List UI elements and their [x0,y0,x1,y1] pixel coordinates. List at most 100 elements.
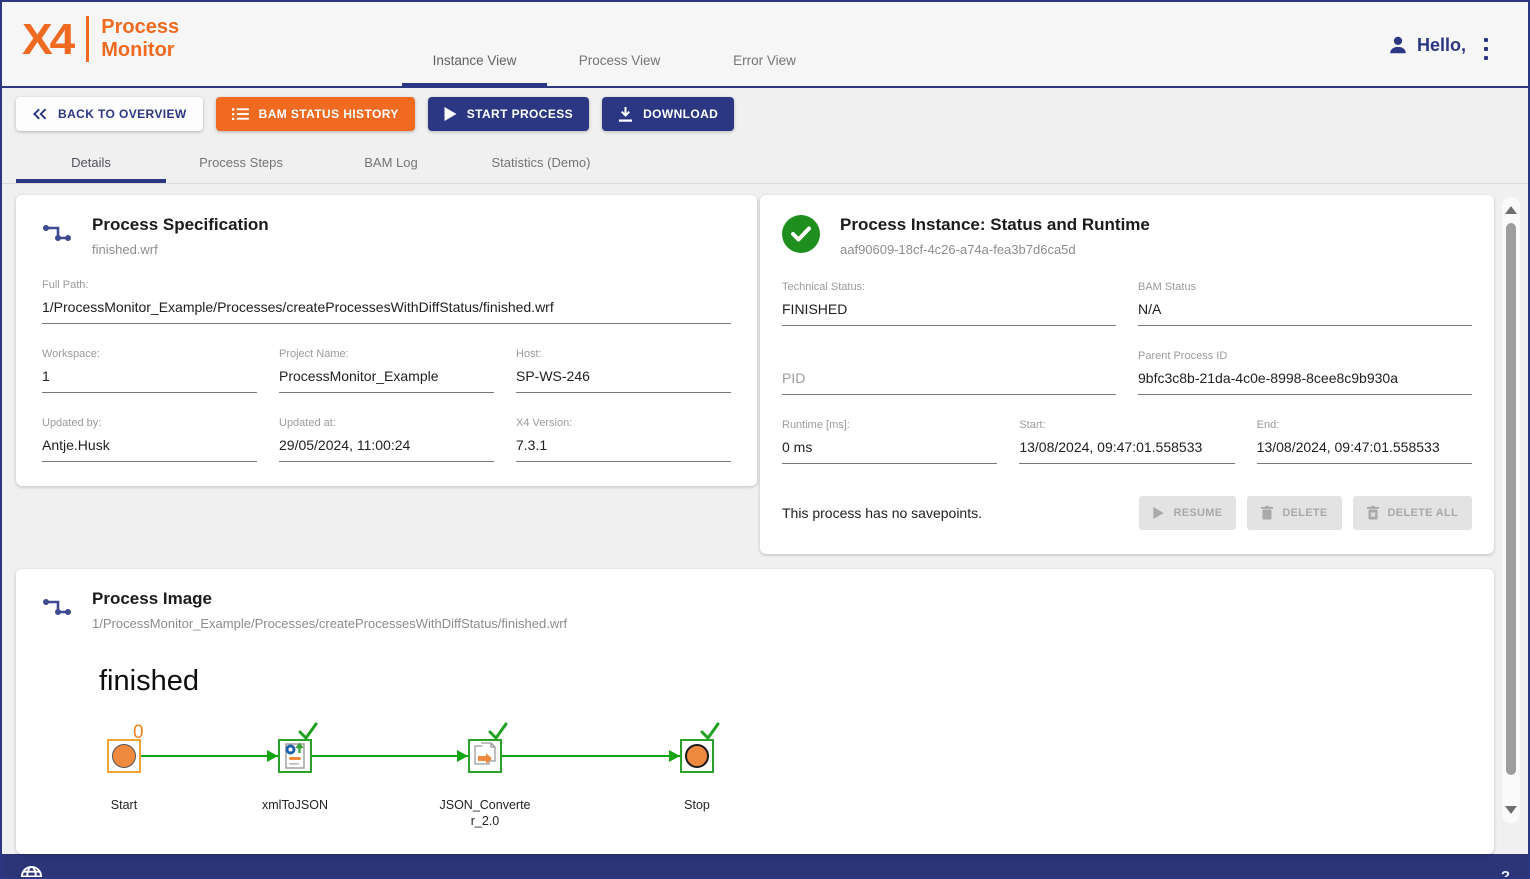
updated-at-value: 29/05/2024, 11:00:24 [279,437,494,454]
start-time-value: 13/08/2024, 09:47:01.558533 [1019,439,1234,456]
workspace-value: 1 [42,368,257,385]
resume-button[interactable]: RESUME [1139,496,1236,530]
tab-instance-view[interactable]: Instance View [402,38,547,88]
back-to-overview-button[interactable]: BACK TO OVERVIEW [16,97,203,131]
help-button[interactable]: ? [1501,868,1510,879]
kebab-menu-icon[interactable] [1478,38,1494,60]
start-time-label: Start: [1019,419,1234,432]
x4-version-label: X4 Version: [516,417,731,430]
node-label-stop: Stop [651,798,743,814]
field-start-time: Start: 13/08/2024, 09:47:01.558533 [1019,419,1234,464]
process-instance-card: Process Instance: Status and Runtime aaf… [760,195,1494,554]
app-header: X4 Process Monitor Instance View Process… [2,2,1528,88]
list-icon [232,107,249,121]
scrollbar-thumb[interactable] [1506,223,1516,775]
field-runtime: Runtime [ms]: 0 ms [782,419,997,464]
play-icon [444,107,457,121]
x4-logo: X4 [22,17,72,61]
field-host: Host: SP-WS-246 [516,348,731,393]
delete-button[interactable]: DELETE [1247,496,1341,530]
bam-status-label: BAM Status [1138,281,1472,294]
flow-edge [312,755,468,757]
vertical-scrollbar[interactable] [1502,197,1520,823]
runtime-value: 0 ms [782,439,997,456]
process-image-card: Process Image 1/ProcessMonitor_Example/P… [16,569,1494,854]
parent-process-id-label: Parent Process ID [1138,350,1472,363]
host-label: Host: [516,348,731,361]
bam-status-history-button[interactable]: BAM STATUS HISTORY [216,97,415,131]
start-event-icon [112,744,136,768]
globe-icon[interactable] [20,865,43,879]
instance-id: aaf90609-18cf-4c26-a74a-fea3b7d6ca5d [840,242,1150,257]
play-icon [1153,507,1164,519]
savepoints-message: This process has no savepoints. [782,505,982,521]
field-project-name: Project Name: ProcessMonitor_Example [279,348,494,393]
download-button[interactable]: DOWNLOAD [602,97,734,131]
subtab-statistics[interactable]: Statistics (Demo) [466,145,616,183]
back-to-overview-label: BACK TO OVERVIEW [58,107,187,121]
start-node-badge: 0 [133,722,144,744]
updated-at-label: Updated at: [279,417,494,430]
tab-error-view[interactable]: Error View [692,38,837,88]
updated-by-value: Antje.Husk [42,437,257,454]
technical-status-label: Technical Status: [782,281,1116,294]
download-label: DOWNLOAD [643,107,718,121]
logo-divider [86,16,89,62]
delete-all-label: DELETE ALL [1388,507,1458,519]
user-icon [1387,34,1409,56]
project-name-label: Project Name: [279,348,494,361]
resume-label: RESUME [1173,507,1222,519]
app-logo: X4 Process Monitor [22,16,179,62]
process-specification-card: Process Specification finished.wrf Full … [16,195,757,486]
field-end-time: End: 13/08/2024, 09:47:01.558533 [1257,419,1472,464]
process-diagram: 0 Start [42,720,1468,830]
bam-status-value: N/A [1138,301,1472,318]
process-connector-icon [42,221,72,250]
user-greeting: Hello, [1387,34,1466,56]
xml-to-json-task-icon [283,742,307,770]
diagram-node-stop[interactable]: Stop [680,739,714,773]
field-bam-status: BAM Status N/A [1138,281,1472,326]
diagram-node-start[interactable]: 0 Start [107,739,141,773]
process-connector-icon [42,595,72,624]
technical-status-value: FINISHED [782,301,1116,318]
trash-icon [1261,506,1273,520]
app-title-line2: Monitor [101,39,174,61]
trash-x-icon [1367,506,1379,520]
spec-card-subtitle: finished.wrf [92,242,269,257]
workspace-label: Workspace: [42,348,257,361]
subtab-details[interactable]: Details [16,145,166,183]
node-label-start: Start [78,798,170,814]
scroll-up-arrow-icon[interactable] [1505,206,1517,214]
bam-status-history-label: BAM STATUS HISTORY [259,107,399,121]
tab-process-view[interactable]: Process View [547,38,692,88]
runtime-label: Runtime [ms]: [782,419,997,432]
end-time-label: End: [1257,419,1472,432]
field-updated-by: Updated by: Antje.Husk [42,417,257,462]
scroll-down-arrow-icon[interactable] [1505,806,1517,814]
subtab-bam-log[interactable]: BAM Log [316,145,466,183]
detail-tabs: Details Process Steps BAM Log Statistics… [2,145,1528,184]
updated-by-label: Updated by: [42,417,257,430]
check-icon [488,722,508,740]
delete-label: DELETE [1282,507,1327,519]
action-toolbar: BACK TO OVERVIEW BAM STATUS HISTORY STAR… [2,88,1528,131]
image-card-title: Process Image [92,589,567,609]
process-monitor-window: X4 Process Monitor Instance View Process… [0,0,1530,879]
image-card-path: 1/ProcessMonitor_Example/Processes/creat… [92,616,567,631]
node-label-xmltojson: xmlToJSON [249,798,341,814]
field-workspace: Workspace: 1 [42,348,257,393]
json-converter-task-icon [472,742,498,770]
subtab-process-steps[interactable]: Process Steps [166,145,316,183]
greeting-text: Hello, [1417,35,1466,56]
delete-all-button[interactable]: DELETE ALL [1353,496,1472,530]
field-updated-at: Updated at: 29/05/2024, 11:00:24 [279,417,494,462]
start-process-button[interactable]: START PROCESS [428,97,589,131]
check-icon [700,722,720,740]
instance-card-title: Process Instance: Status and Runtime [840,215,1150,235]
pid-label-spacer [782,350,1116,363]
diagram-node-xmltojson[interactable]: xmlToJSON [278,739,312,773]
main-content: BACK TO OVERVIEW BAM STATUS HISTORY STAR… [2,88,1528,854]
diagram-node-json-converter[interactable]: JSON_Converter_2.0 [468,739,502,773]
x4-version-value: 7.3.1 [516,437,731,454]
